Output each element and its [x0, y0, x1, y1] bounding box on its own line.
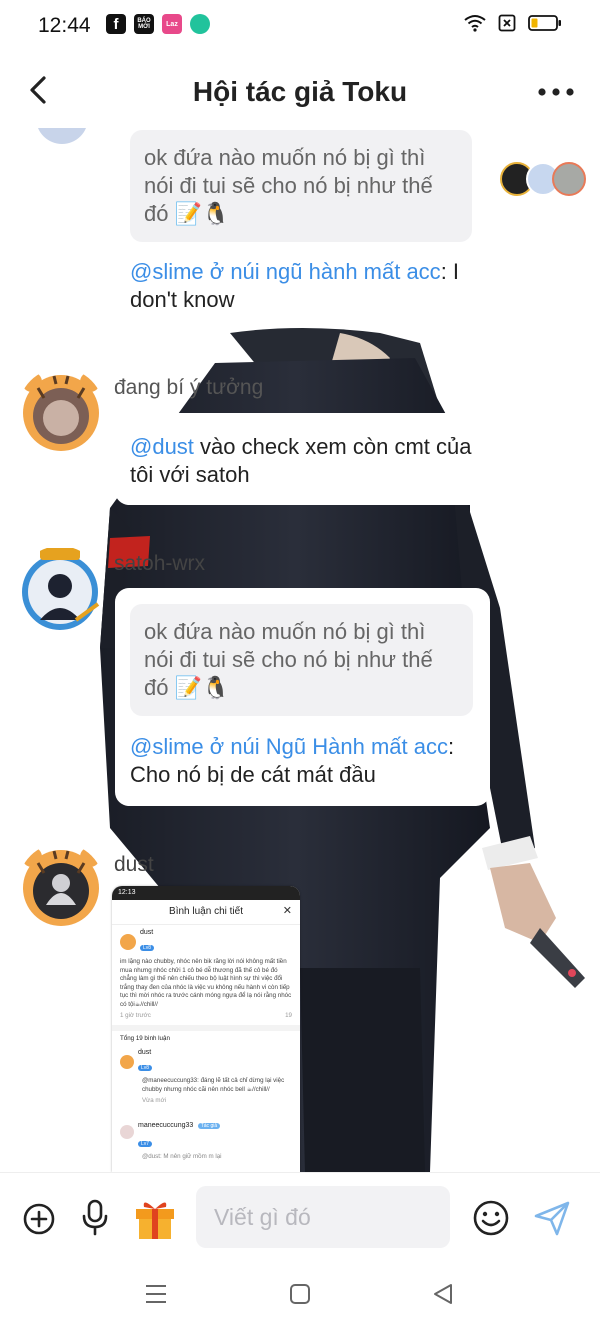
chat-area[interactable]: ok đứa nào muốn nó bị gì thì nói đi tui …: [0, 128, 600, 1172]
tiger-frame-avatar[interactable]: [18, 843, 104, 929]
message-input-bar: [0, 1172, 600, 1263]
message-text: @slime ở núi Ngũ Hành mất acc: Cho nó bị…: [130, 734, 455, 787]
chat-title: Hội tác giả Toku: [192, 76, 408, 107]
message-input[interactable]: [196, 1186, 450, 1248]
message-text: @slime ở núi ngũ hành mất acc: I don't k…: [130, 259, 460, 312]
facebook-icon: f: [106, 14, 126, 34]
back-nav-icon[interactable]: [431, 1282, 455, 1306]
mention-link[interactable]: @slime ở núi Ngũ Hành mất acc: [130, 734, 448, 759]
comment-body: @maneecuccung33: đáng lẽ tất cả chỉ dừng…: [142, 1077, 285, 1093]
status-bar: 12:44 f BÁO MỚI Laz: [0, 0, 600, 52]
mention-link[interactable]: @dust: [130, 434, 194, 459]
screenshot-comments-list: Tổng 19 bình luận dust Lv8 @maneecuccung…: [112, 1031, 300, 1162]
sender-name: satoh-wrx: [114, 552, 206, 575]
bao-moi-icon: BÁO MỚI: [134, 14, 154, 34]
mention-link[interactable]: @slime ở núi ngũ hành mất acc: [130, 259, 441, 284]
menu-nav-icon[interactable]: [144, 1282, 168, 1306]
microphone-icon[interactable]: [80, 1199, 110, 1237]
system-nav-bar: [0, 1262, 600, 1333]
status-time: 12:44: [38, 14, 91, 37]
gift-icon[interactable]: [132, 1195, 178, 1241]
comment-body: @dust: M nên giữ mồm m lại: [142, 1152, 222, 1160]
screenshot-status-bar: 12:13: [112, 886, 300, 900]
author-badge: Tác giả: [197, 1122, 221, 1129]
avatar: [120, 1124, 134, 1139]
level-badge: Lv7: [138, 1140, 153, 1147]
wifi-icon: [464, 15, 486, 32]
avatar: [120, 1054, 134, 1069]
chat-app-icon: [190, 14, 210, 34]
status-right-icons: [464, 14, 562, 32]
home-nav-icon[interactable]: [288, 1282, 312, 1306]
battery-icon: [528, 15, 561, 31]
image-message[interactable]: 12:13 Bình luận chi tiết ✕ dust Lv8 im l…: [112, 886, 300, 1172]
commenter-name: dust: [140, 929, 154, 936]
emoji-icon[interactable]: [472, 1199, 510, 1237]
screenshot-title: Bình luận chi tiết: [169, 906, 243, 917]
no-sim-icon: [498, 14, 516, 32]
level-badge: Lv8: [140, 945, 155, 951]
lazada-icon: Laz: [162, 14, 182, 34]
screenshot-comment: dust Lv8 im lặng nào chubby, nhóc nên bi…: [112, 925, 300, 1021]
comment-time: Vừa mới: [142, 1097, 167, 1104]
avatar: [120, 933, 136, 950]
commenter-name: maneecuccung33: [138, 1121, 194, 1129]
level-badge: Lv8: [138, 1065, 153, 1071]
quoted-message: ok đứa nào muốn nó bị gì thì nói đi tui …: [130, 130, 472, 242]
quoted-message: ok đứa nào muốn nó bị gì thì nói đi tui …: [130, 604, 473, 716]
screenshot-header: Bình luận chi tiết ✕: [112, 900, 300, 925]
add-circle-icon[interactable]: [22, 1202, 56, 1236]
comment-time: 1 giờ trước: [120, 1012, 151, 1019]
more-options-icon[interactable]: [536, 86, 576, 98]
send-icon[interactable]: [533, 1199, 571, 1237]
tiger-frame-avatar[interactable]: [18, 368, 104, 454]
sender-name: đang bí ý tưởng: [114, 376, 264, 399]
chat-header: Hội tác giả Toku: [0, 52, 600, 128]
sender-name: dust: [114, 853, 154, 876]
reply-count: 19: [285, 1012, 292, 1019]
seen-avatar: [552, 162, 586, 196]
seen-by-avatars[interactable]: [500, 158, 586, 198]
total-comments: Tổng 19 bình luận: [120, 1034, 170, 1042]
close-icon: ✕: [282, 905, 292, 917]
writer-frame-avatar[interactable]: [16, 546, 104, 634]
commenter-name: dust: [138, 1049, 152, 1056]
comment-body: im lặng nào chubby, nhóc nên bik răng lờ…: [120, 958, 292, 1008]
message-text: @dust vào check xem còn cmt của tôi với …: [130, 434, 472, 487]
status-app-icons: f BÁO MỚI Laz: [106, 14, 210, 34]
